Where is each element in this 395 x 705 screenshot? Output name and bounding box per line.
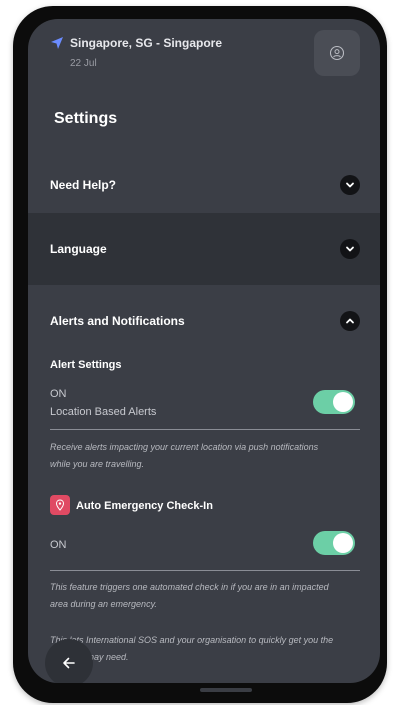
home-indicator [200,688,252,692]
profile-settings-icon [329,45,345,61]
auto-checkin-description: This feature triggers one automated chec… [50,582,329,609]
page-title: Settings [54,110,118,127]
toggle-knob [333,533,353,553]
alert-settings-heading: Alert Settings [50,359,122,371]
profile-settings-button[interactable] [314,30,360,76]
auto-checkin-toggle[interactable] [313,531,355,555]
location-row[interactable]: Singapore, SG - Singapore [50,36,222,50]
navigation-arrow-icon [51,37,63,49]
current-location: Singapore, SG - Singapore [70,36,223,50]
toggle-knob [333,392,353,412]
current-date: 22 Jul [70,58,97,69]
chevron-down-icon[interactable] [340,175,360,195]
auto-checkin-status-text: ON [50,539,67,551]
auto-checkin-description-2: This lets International SOS and your org… [50,635,334,662]
divider [50,570,360,571]
section-language[interactable]: Language [28,213,380,285]
auto-checkin-label: Auto Emergency Check-In [76,500,213,512]
chevron-down-icon[interactable] [340,239,360,259]
section-alerts-notifications[interactable]: Alerts and Notifications [28,299,380,343]
location-alerts-label: Location Based Alerts [50,406,157,418]
back-button[interactable] [45,639,93,683]
alert-status-text: ON [50,388,67,400]
location-alerts-description: Receive alerts impacting your current lo… [50,442,319,469]
divider [50,429,360,430]
back-arrow-icon [63,657,75,669]
section-need-help-label: Need Help? [50,178,117,192]
section-need-help[interactable]: Need Help? [28,161,380,209]
section-alerts-label: Alerts and Notifications [50,314,185,328]
location-alerts-toggle[interactable] [313,390,355,414]
location-pin-icon [50,495,70,515]
chevron-up-icon[interactable] [340,311,360,331]
app-screen: Singapore, SG - Singapore 22 Jul Setting… [28,19,380,683]
section-language-label: Language [50,242,107,256]
